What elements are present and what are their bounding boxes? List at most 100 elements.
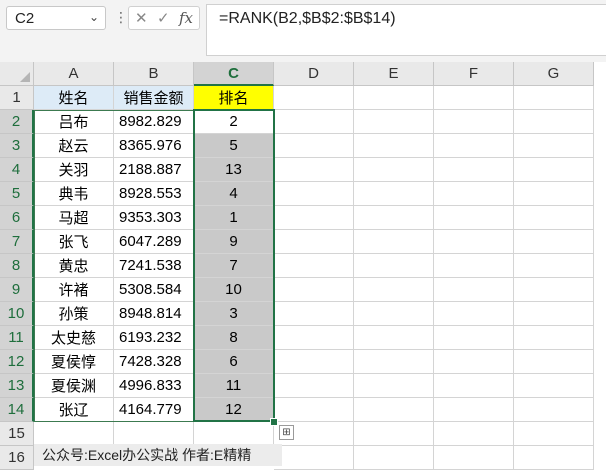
header-rank-cell[interactable]: 排名: [194, 86, 274, 110]
amount-cell[interactable]: 8948.814: [114, 302, 194, 326]
quick-analysis-icon[interactable]: ⊞: [279, 425, 294, 440]
cell[interactable]: [434, 302, 514, 326]
select-all-button[interactable]: [0, 62, 34, 86]
rank-cell[interactable]: 12: [194, 398, 274, 422]
cell[interactable]: [514, 110, 594, 134]
name-cell[interactable]: 关羽: [34, 158, 114, 182]
cell[interactable]: [354, 254, 434, 278]
cell[interactable]: [514, 374, 594, 398]
name-cell[interactable]: 孙策: [34, 302, 114, 326]
cell[interactable]: [514, 446, 594, 470]
cell[interactable]: [274, 302, 354, 326]
rank-cell[interactable]: 10: [194, 278, 274, 302]
row-header-12[interactable]: 12: [0, 350, 34, 374]
amount-cell[interactable]: 2188.887: [114, 158, 194, 182]
cell[interactable]: [354, 158, 434, 182]
cell[interactable]: [514, 206, 594, 230]
rank-cell[interactable]: 3: [194, 302, 274, 326]
cell[interactable]: [434, 110, 514, 134]
cell[interactable]: [434, 326, 514, 350]
name-cell[interactable]: 黄忠: [34, 254, 114, 278]
amount-cell[interactable]: 9353.303: [114, 206, 194, 230]
row-header-16[interactable]: 16: [0, 446, 34, 470]
amount-cell[interactable]: 8982.829: [114, 110, 194, 134]
cell[interactable]: [274, 86, 354, 110]
rank-cell[interactable]: 1: [194, 206, 274, 230]
cell[interactable]: [354, 302, 434, 326]
rank-cell[interactable]: 11: [194, 374, 274, 398]
cell[interactable]: [514, 422, 594, 446]
header-name-cell[interactable]: 姓名: [34, 86, 114, 110]
name-cell[interactable]: 马超: [34, 206, 114, 230]
amount-cell[interactable]: 6047.289: [114, 230, 194, 254]
cell[interactable]: [354, 446, 434, 470]
cell[interactable]: [514, 302, 594, 326]
cell[interactable]: [274, 350, 354, 374]
cell[interactable]: [34, 422, 114, 446]
cell[interactable]: [354, 398, 434, 422]
amount-cell[interactable]: 8928.553: [114, 182, 194, 206]
cell[interactable]: [354, 86, 434, 110]
cell[interactable]: [274, 374, 354, 398]
row-header-7[interactable]: 7: [0, 230, 34, 254]
cell[interactable]: [354, 206, 434, 230]
amount-cell[interactable]: 6193.232: [114, 326, 194, 350]
column-header-b[interactable]: B: [114, 62, 194, 86]
row-header-10[interactable]: 10: [0, 302, 34, 326]
row-header-14[interactable]: 14: [0, 398, 34, 422]
cell[interactable]: [274, 446, 354, 470]
rank-cell[interactable]: 4: [194, 182, 274, 206]
row-header-6[interactable]: 6: [0, 206, 34, 230]
rank-cell[interactable]: 6: [194, 350, 274, 374]
cell[interactable]: [274, 254, 354, 278]
name-cell[interactable]: 赵云: [34, 134, 114, 158]
name-box[interactable]: C2 ⌄: [6, 6, 106, 30]
formula-input[interactable]: =RANK(B2,$B$2:$B$14): [206, 4, 606, 56]
cell[interactable]: [274, 326, 354, 350]
cell[interactable]: [434, 398, 514, 422]
cell[interactable]: [274, 398, 354, 422]
cell[interactable]: [514, 398, 594, 422]
cell[interactable]: [274, 134, 354, 158]
cell[interactable]: [274, 182, 354, 206]
rank-cell[interactable]: 13: [194, 158, 274, 182]
cell[interactable]: [354, 350, 434, 374]
cell[interactable]: [514, 278, 594, 302]
header-amount-cell[interactable]: 销售金额: [114, 86, 194, 110]
amount-cell[interactable]: 8365.976: [114, 134, 194, 158]
column-header-d[interactable]: D: [274, 62, 354, 86]
row-header-11[interactable]: 11: [0, 326, 34, 350]
name-cell[interactable]: 张辽: [34, 398, 114, 422]
cell[interactable]: [434, 206, 514, 230]
cell[interactable]: [274, 230, 354, 254]
cell[interactable]: [354, 134, 434, 158]
cell[interactable]: [514, 350, 594, 374]
cell[interactable]: [354, 422, 434, 446]
more-options-icon[interactable]: ⋮: [114, 9, 128, 26]
amount-cell[interactable]: 7428.328: [114, 350, 194, 374]
cell[interactable]: [434, 158, 514, 182]
cell[interactable]: [434, 230, 514, 254]
amount-cell[interactable]: 5308.584: [114, 278, 194, 302]
cell[interactable]: [354, 110, 434, 134]
fill-handle[interactable]: [270, 418, 278, 426]
cell[interactable]: [114, 422, 194, 446]
name-cell[interactable]: 夏侯渊: [34, 374, 114, 398]
cell[interactable]: [434, 134, 514, 158]
row-header-2[interactable]: 2: [0, 110, 34, 134]
cancel-icon[interactable]: ✕: [135, 9, 148, 27]
rank-cell[interactable]: 7: [194, 254, 274, 278]
amount-cell[interactable]: 7241.538: [114, 254, 194, 278]
rank-cell[interactable]: 8: [194, 326, 274, 350]
column-header-e[interactable]: E: [354, 62, 434, 86]
name-cell[interactable]: 夏侯惇: [34, 350, 114, 374]
name-cell[interactable]: 吕布: [34, 110, 114, 134]
enter-icon[interactable]: ✓: [157, 9, 170, 27]
name-cell[interactable]: 太史慈: [34, 326, 114, 350]
rank-cell[interactable]: 5: [194, 134, 274, 158]
insert-function-icon[interactable]: fx: [179, 9, 193, 27]
amount-cell[interactable]: 4164.779: [114, 398, 194, 422]
cell[interactable]: [434, 374, 514, 398]
row-header-13[interactable]: 13: [0, 374, 34, 398]
rank-cell[interactable]: 2: [194, 110, 274, 134]
